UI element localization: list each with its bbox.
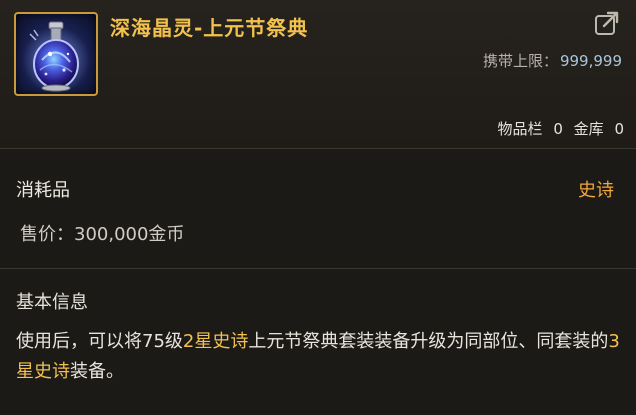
desc-text-3: 装备。 [70,361,124,382]
tooltip-header: 深海晶灵-上元节祭典 携带上限： 999,999 物品栏 0 金库 0 [0,0,636,149]
item-price: 售价：300,000金币 [20,220,184,246]
section-divider [0,268,636,269]
carry-limit-value: 999,999 [559,52,622,70]
item-category: 消耗品 [16,180,70,201]
share-link-icon[interactable] [594,10,620,36]
basic-info-heading: 基本信息 [16,292,88,313]
item-icon-frame [14,12,98,96]
price-value: 300,000金币 [74,224,185,245]
item-title: 深海晶灵-上元节祭典 [110,16,309,40]
desc-text-2: 上元节祭典套装装备升级为同部位、同套装的 [248,331,609,352]
item-rarity: 史诗 [578,180,614,201]
tooltip-summary [0,149,636,267]
item-tooltip: 深海晶灵-上元节祭典 携带上限： 999,999 物品栏 0 金库 0 消耗品 史… [0,0,636,415]
inventory-label: 物品栏 [497,120,543,138]
desc-text-1: 使用后，可以将75级 [16,331,183,352]
inventory-count: 0 [553,120,563,138]
carry-limit-label: 携带上限： [482,52,558,70]
potion-bottle-icon [22,21,90,94]
vault-label: 金库 [573,120,604,138]
desc-highlight-2star: 2星史诗 [182,331,249,352]
price-label: 售价： [20,224,74,245]
item-description: 使用后，可以将75级2星史诗上元节祭典套装装备升级为同部位、同套装的3星史诗装备… [16,327,622,387]
vault-count: 0 [614,120,624,138]
carry-limit: 携带上限： 999,999 [483,50,622,71]
storage-counts: 物品栏 0 金库 0 [492,118,624,139]
